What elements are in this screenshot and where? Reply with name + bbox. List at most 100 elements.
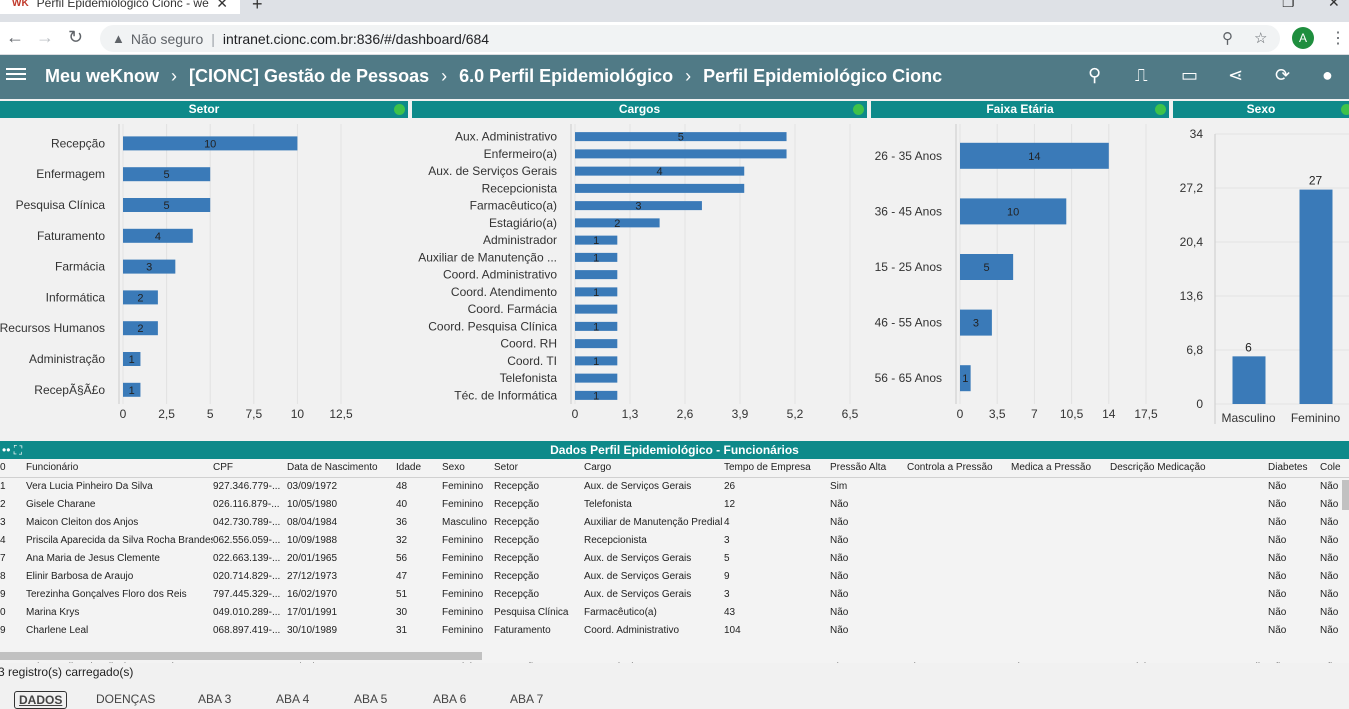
status-dot-icon[interactable]	[1155, 104, 1166, 115]
forward-icon[interactable]: →	[36, 27, 54, 48]
column-header[interactable]: Setor	[494, 459, 584, 478]
browser-tab[interactable]: WK Perfil Epidemiológico Cionc - we ✕	[0, 0, 240, 14]
table-row[interactable]: 2 Gisele Charane 026.116.879-... 10/05/1980…	[0, 495, 1349, 513]
table-cell: 16/02/1970	[287, 588, 338, 600]
table-cell: 20/01/1965	[287, 552, 338, 564]
category-label: Faturamento	[37, 229, 105, 243]
data-label: 4	[657, 166, 663, 178]
column-header[interactable]: Tempo de Empresa	[724, 459, 830, 478]
category-label: Administração	[29, 352, 105, 366]
data-table-container[interactable]: 0 Funcionário CPF Data de Nascimento Idade Se…	[0, 459, 1349, 663]
tab-close-icon[interactable]: ✕	[216, 0, 228, 12]
category-label: Coord. Atendimento	[451, 285, 557, 299]
bookmark-star-icon[interactable]: ☆	[1254, 29, 1267, 47]
back-icon[interactable]: ←	[6, 27, 24, 48]
security-label[interactable]: Não seguro	[131, 31, 203, 47]
close-window-icon[interactable]: ✕	[1328, 0, 1340, 11]
breadcrumb-item[interactable]: Perfil Epidemiológico Cionc	[703, 66, 942, 86]
url-text[interactable]: intranet.cionc.com.br:836/#/dashboard/68…	[223, 31, 489, 47]
column-header[interactable]: Cargo	[584, 459, 724, 478]
table-cell	[1110, 531, 1268, 549]
table-row[interactable]: 0 Marina Krys 049.010.289-... 17/01/1991 30 F…	[0, 603, 1349, 621]
status-dot-icon[interactable]	[853, 104, 864, 115]
table-cell: Sim	[830, 480, 848, 492]
table-cell: Não	[1320, 516, 1339, 528]
breadcrumb-item[interactable]: Meu weKnow	[45, 66, 159, 86]
table-cell: Elinir Barbosa de Araujo	[26, 570, 134, 582]
column-header[interactable]: 0	[0, 459, 26, 478]
browser-menu-icon[interactable]: ⋮	[1330, 28, 1346, 48]
table-cell: Não	[1268, 639, 1320, 663]
horizontal-scrollbar[interactable]	[0, 652, 482, 660]
search-icon[interactable]: ⚲	[1088, 65, 1101, 86]
column-header[interactable]: Cole	[1320, 459, 1349, 478]
tab-dados[interactable]: DADOS	[14, 691, 68, 709]
tab-title: Perfil Epidemiológico Cionc - we	[36, 0, 209, 10]
status-dot-icon[interactable]	[1341, 104, 1349, 115]
table-cell: 026.116.879-...	[213, 498, 280, 510]
table-row[interactable]: 9 Charlene Leal 068.897.419-... 30/10/1989 3…	[0, 621, 1349, 639]
tab-doenças[interactable]: DOENÇAS	[96, 692, 155, 706]
y-tick-label: 20,4	[1180, 235, 1204, 249]
table-row[interactable]: 8 Elinir Barbosa de Araujo 020.714.829-...…	[0, 567, 1349, 585]
tab-aba-7[interactable]: ABA 7	[510, 692, 543, 706]
profile-avatar[interactable]: A	[1292, 27, 1314, 49]
column-header[interactable]: Funcionário	[26, 459, 213, 478]
table-cell	[907, 621, 1011, 639]
column-header[interactable]: CPF	[213, 459, 287, 478]
tab-aba-4[interactable]: ABA 4	[276, 692, 309, 706]
presentation-icon[interactable]: ⎍	[1135, 65, 1148, 86]
refresh-icon[interactable]: ⟳	[1275, 65, 1290, 86]
data-label: 5	[984, 262, 990, 274]
data-label: 2	[137, 323, 143, 335]
new-tab-icon[interactable]: +	[252, 0, 263, 15]
table-cell: Não	[1268, 606, 1287, 618]
column-header[interactable]: Diabetes	[1268, 459, 1320, 478]
column-header[interactable]: Sexo	[442, 459, 494, 478]
category-label: Téc. de Informática	[454, 388, 557, 402]
table-controls-icon[interactable]: •• ⛶	[2, 441, 22, 459]
table-row[interactable]: 1 Vera Lucia Pinheiro Da Silva 927.346.779…	[0, 477, 1349, 495]
table-cell	[907, 603, 1011, 621]
breadcrumb-item[interactable]: [CIONC] Gestão de Pessoas	[189, 66, 429, 86]
data-label: 1	[593, 390, 599, 402]
tab-aba-6[interactable]: ABA 6	[433, 692, 466, 706]
column-header[interactable]: Controla a Pressão	[907, 459, 1011, 478]
url-field[interactable]: ▲ Não seguro | intranet.cionc.com.br:836…	[100, 25, 1280, 52]
chart-faixa-etaria: 0 3,5 7 10,5 14 17,5 26 - 35 Anos 14 36 - 45 Ano…	[871, 120, 1169, 438]
zoom-icon[interactable]: ⚲	[1222, 29, 1233, 47]
status-dot-icon[interactable]	[394, 104, 405, 115]
table-row[interactable]: 3 Maicon Cleiton dos Anjos 042.730.789-...…	[0, 513, 1349, 531]
hamburger-menu-icon[interactable]	[6, 65, 26, 85]
column-header[interactable]: Descrição Medicação	[1110, 459, 1268, 478]
x-tick-label: 5	[207, 407, 214, 421]
restore-window-icon[interactable]: ❐	[1282, 0, 1295, 11]
x-tick-label: 0	[957, 407, 964, 421]
table-cell: 31	[396, 624, 408, 636]
table-row[interactable]: 9 Terezinha Gonçalves Floro dos Reis 797.4…	[0, 585, 1349, 603]
share-icon[interactable]: ⋖	[1228, 65, 1243, 86]
table-row[interactable]: 4 Priscila Aparecida da Silva Rocha Brand…	[0, 531, 1349, 549]
tab-aba-3[interactable]: ABA 3	[198, 692, 231, 706]
table-cell: Não	[1268, 498, 1287, 510]
vertical-scrollbar[interactable]	[1342, 480, 1349, 510]
table-row[interactable]: 7 Ana Maria de Jesus Clemente 022.663.139-…	[0, 549, 1349, 567]
table-cell: Sim	[830, 639, 907, 663]
category-label: Auxiliar de Manutenção ...	[418, 250, 557, 264]
table-cell	[907, 567, 1011, 585]
breadcrumb-item[interactable]: 6.0 Perfil Epidemiológico	[459, 66, 673, 86]
records-status: 3 registro(s) carregado(s)	[0, 665, 134, 679]
reload-icon[interactable]: ↻	[68, 27, 83, 48]
window-icon[interactable]: ▭	[1181, 65, 1198, 86]
data-label: 14	[1028, 151, 1040, 163]
warning-icon[interactable]: ▲	[112, 31, 125, 46]
user-icon[interactable]: ●	[1322, 65, 1333, 86]
column-header[interactable]: Pressão Alta	[830, 459, 907, 478]
column-header[interactable]: Data de Nascimento	[287, 459, 396, 478]
column-header[interactable]: Medica a Pressão	[1011, 459, 1110, 478]
tab-aba-5[interactable]: ABA 5	[354, 692, 387, 706]
chevron-right-icon: ›	[441, 66, 448, 86]
column-header[interactable]: Idade	[396, 459, 442, 478]
table-cell: Não	[830, 570, 849, 582]
table-cell: Feminino	[442, 624, 484, 636]
